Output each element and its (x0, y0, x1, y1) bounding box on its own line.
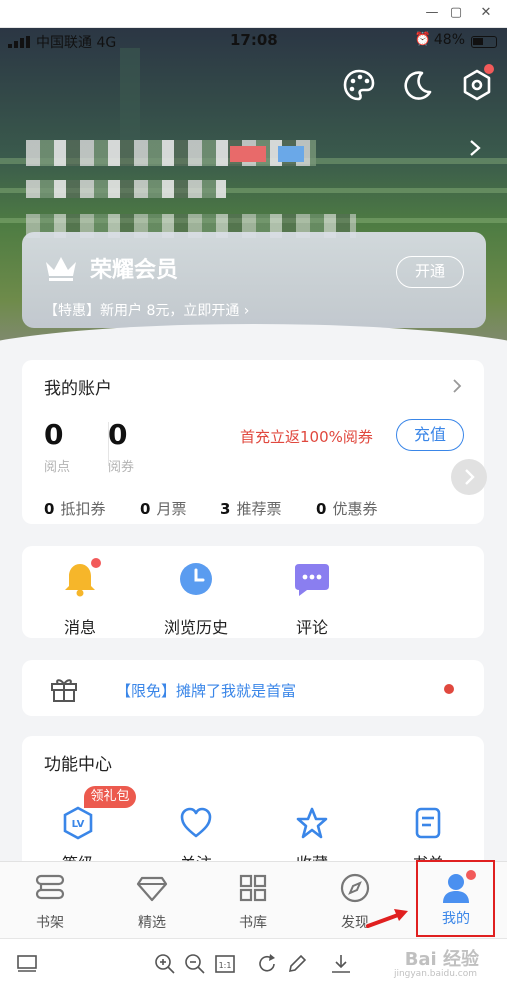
crown-icon (46, 257, 76, 281)
battery-icon (471, 36, 497, 48)
battery-percent: 48% (433, 32, 465, 48)
voucher-monthly-ticket[interactable]: 0 月票 (140, 498, 186, 519)
chevron-right-icon[interactable] (452, 378, 462, 394)
tab-featured[interactable]: 精选 (107, 872, 197, 932)
zoom-in-icon[interactable] (154, 953, 176, 975)
phone-screen: 中国联通 4G 17:08 ⏰ 48% 荣耀会员 【特惠】新用户 8元，立即开通… (0, 28, 507, 938)
read-points-value: 0 (44, 418, 64, 451)
function-center-title: 功能中心 (44, 755, 112, 775)
quick-action-messages[interactable]: 消息 (30, 558, 130, 638)
vip-offer-link[interactable]: 【特惠】新用户 8元，立即开通 › (44, 300, 249, 320)
clock-icon (180, 563, 212, 595)
tab-label: 书库 (239, 915, 267, 931)
first-recharge-promo: 首充立返100%阅券 (240, 428, 373, 446)
settings-icon[interactable] (460, 64, 494, 102)
edit-icon[interactable] (286, 953, 308, 975)
compass-icon (340, 873, 370, 903)
tab-bookshelf[interactable]: 书架 (5, 872, 95, 932)
tab-label: 书架 (36, 915, 64, 931)
chevron-right-icon (465, 469, 475, 485)
svg-text:LV: LV (72, 819, 85, 830)
quick-action-label: 浏览历史 (163, 618, 228, 637)
account-title[interactable]: 我的账户 (44, 374, 112, 399)
quick-action-comments[interactable]: 评论 (262, 560, 362, 638)
vip-open-button[interactable]: 开通 (396, 256, 464, 288)
messages-notification-dot (91, 558, 101, 568)
viewer-toolbar: 1:1 Bai 经验 jingyan.baidu.com (0, 938, 507, 988)
maximize-icon[interactable]: ▢ (444, 2, 468, 24)
clock: 17:08 (230, 31, 278, 49)
alarm-icon: ⏰ (414, 32, 431, 47)
chevron-right-icon[interactable] (467, 138, 483, 158)
quick-action-label: 评论 (295, 618, 328, 637)
settings-notification-dot (484, 64, 494, 74)
read-vouchers-value: 0 (108, 418, 128, 451)
notice-unread-dot (444, 684, 454, 694)
signal-icon (8, 36, 30, 48)
download-icon[interactable] (330, 953, 352, 975)
side-scroll-button[interactable] (451, 459, 487, 495)
gift-icon (51, 679, 77, 702)
actual-size-icon[interactable]: 1:1 (214, 953, 236, 975)
vip-title: 荣耀会员 (90, 258, 179, 283)
diamond-icon (136, 876, 168, 902)
recharge-button[interactable]: 充值 (396, 419, 464, 451)
minimize-icon[interactable]: — (420, 2, 444, 24)
watermark-logo: Bai 经验 (404, 949, 479, 970)
quick-action-label: 消息 (63, 618, 96, 637)
notice-card[interactable]: 【限免】摊牌了我就是首富 (22, 660, 484, 716)
comment-icon (295, 564, 329, 596)
night-mode-icon[interactable] (400, 68, 434, 102)
heart-icon (180, 807, 212, 838)
level-icon: LV (63, 806, 93, 840)
window-title-bar: — ▢ ✕ (0, 0, 507, 28)
thumbnail-icon[interactable] (16, 953, 38, 975)
watermark-url: jingyan.baidu.com (393, 969, 477, 979)
zoom-out-icon[interactable] (184, 953, 206, 975)
tab-library[interactable]: 书库 (208, 872, 298, 932)
gift-pack-badge[interactable]: 领礼包 (84, 786, 136, 808)
star-icon (296, 807, 328, 839)
status-bar: 中国联通 4G 17:08 ⏰ 48% (0, 28, 507, 54)
highlight-annotation (416, 860, 495, 937)
carrier-label: 中国联通 4G (36, 35, 117, 51)
vip-card[interactable]: 荣耀会员 【特惠】新用户 8元，立即开通 › 开通 (22, 232, 486, 328)
voucher-recommend-ticket[interactable]: 3 推荐票 (220, 498, 281, 519)
bookshelf-icon (35, 874, 65, 900)
account-card: 我的账户 0 阅点 0 阅券 首充立返100%阅券 充值 0 抵扣券 0 月票 3推… (22, 360, 484, 524)
palette-icon[interactable] (342, 68, 376, 102)
quick-actions-card: 消息 浏览历史 评论 (22, 546, 484, 638)
profile-header-background: 中国联通 4G 17:08 ⏰ 48% 荣耀会员 【特惠】新用户 8元，立即开通… (0, 28, 507, 368)
booklist-icon (415, 807, 441, 839)
svg-text:1:1: 1:1 (219, 961, 232, 970)
read-vouchers-label: 阅券 (108, 460, 135, 475)
grid-icon (239, 874, 267, 902)
arrow-annotation-icon (366, 909, 408, 928)
read-points-label: 阅点 (44, 460, 71, 475)
quick-action-history[interactable]: 浏览历史 (146, 560, 246, 638)
close-icon[interactable]: ✕ (474, 2, 498, 24)
rotate-icon[interactable] (256, 953, 278, 975)
notice-text: 【限免】摊牌了我就是首富 (116, 682, 297, 700)
tab-label: 精选 (138, 915, 166, 931)
voucher-deduction[interactable]: 0 抵扣券 (44, 498, 105, 519)
voucher-coupon[interactable]: 0 优惠券 (316, 498, 377, 519)
